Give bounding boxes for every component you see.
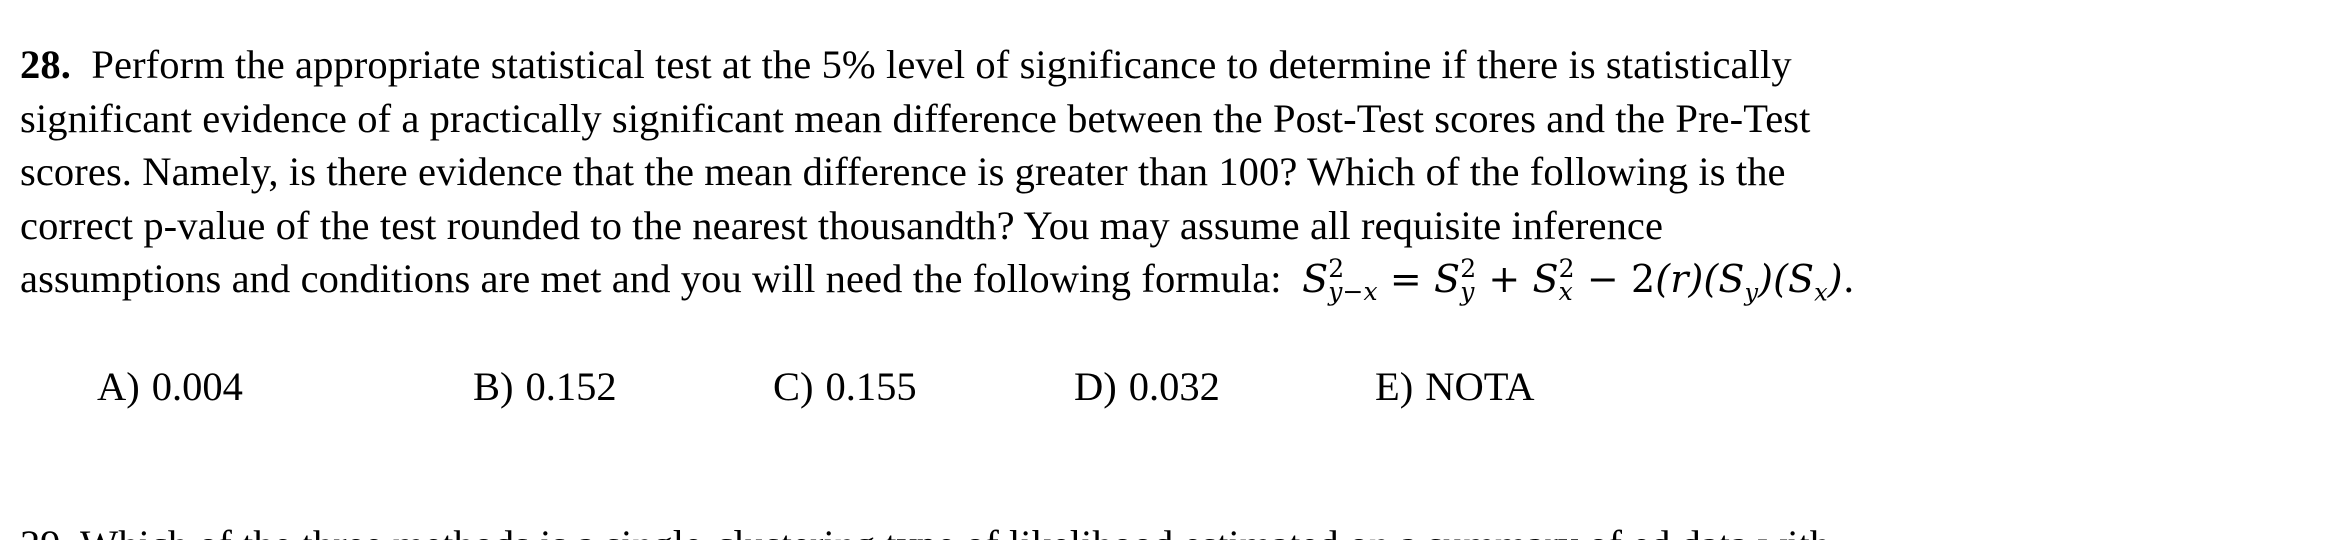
choice-e: E) NOTA bbox=[1375, 363, 1534, 410]
document-page: 28. Perform the appropriate statistical … bbox=[0, 0, 2345, 540]
formula-symbol: S bbox=[1434, 257, 1461, 301]
question-28: 28. Perform the appropriate statistical … bbox=[20, 38, 2300, 307]
choice-d: D) 0.032 bbox=[1074, 363, 1220, 410]
question-text-line: assumptions and conditions are met and y… bbox=[20, 256, 1282, 301]
formula-subscript: y−x bbox=[1328, 277, 1378, 306]
question-line-1: 28. Perform the appropriate statistical … bbox=[20, 38, 2300, 92]
formula-paren: ) bbox=[1758, 257, 1774, 301]
choice-b: B) 0.152 bbox=[473, 363, 617, 410]
answer-choices: A) 0.004 B) 0.152 C) 0.155 D) 0.032 E) NOTA bbox=[0, 363, 2345, 423]
question-line-2: significant evidence of a practically si… bbox=[20, 92, 2300, 146]
question-text-line: Perform the appropriate statistical test… bbox=[91, 42, 1792, 87]
formula-subscript: x bbox=[1558, 277, 1573, 306]
question-line-4: correct p-value of the test rounded to t… bbox=[20, 199, 2300, 253]
formula-subscript: y bbox=[1744, 278, 1759, 307]
choice-value: 0.155 bbox=[825, 364, 917, 409]
formula-paren: ) bbox=[1827, 257, 1843, 301]
formula-subscript: x bbox=[1814, 278, 1828, 307]
question-text-line: significant evidence of a practically si… bbox=[20, 95, 1811, 141]
question-text-line: correct p-value of the test rounded to t… bbox=[20, 202, 1664, 248]
question-text-line: scores. Namely, is there evidence that t… bbox=[20, 149, 1786, 194]
formula-symbol: (S bbox=[1703, 257, 1745, 301]
formula-symbol: (S bbox=[1773, 257, 1815, 301]
variance-formula: S 2 y−x = S2y + S2x − 2(r)(Sy)(Sx). bbox=[1302, 256, 1855, 306]
question-line-3: scores. Namely, is there evidence that t… bbox=[20, 145, 2300, 199]
formula-period: . bbox=[1842, 257, 1855, 301]
choice-letter: B) bbox=[473, 364, 514, 409]
next-question-cutoff: 29. Which of the three methods is a sing… bbox=[20, 518, 1830, 540]
choice-value: NOTA bbox=[1425, 364, 1535, 409]
choice-c: C) 0.155 bbox=[773, 363, 917, 410]
choice-a: A) 0.004 bbox=[97, 363, 243, 410]
choice-letter: E) bbox=[1375, 364, 1414, 409]
formula-minus: − bbox=[1586, 257, 1619, 301]
formula-coefficient: 2 bbox=[1631, 257, 1656, 301]
formula-equals: = bbox=[1389, 257, 1422, 301]
choice-letter: D) bbox=[1074, 364, 1117, 409]
choice-value: 0.032 bbox=[1128, 364, 1220, 409]
choice-value: 0.152 bbox=[525, 364, 617, 409]
question-number: 28. bbox=[20, 42, 71, 87]
formula-symbol: S bbox=[1532, 257, 1559, 301]
choice-letter: C) bbox=[773, 364, 814, 409]
formula-symbol: S bbox=[1302, 257, 1329, 301]
choice-letter: A) bbox=[97, 364, 140, 409]
formula-r-term: (r) bbox=[1655, 257, 1704, 301]
formula-plus: + bbox=[1488, 257, 1521, 301]
question-line-5: assumptions and conditions are met and y… bbox=[20, 252, 2300, 307]
choice-value: 0.004 bbox=[151, 364, 243, 409]
formula-subscript: y bbox=[1460, 277, 1475, 306]
